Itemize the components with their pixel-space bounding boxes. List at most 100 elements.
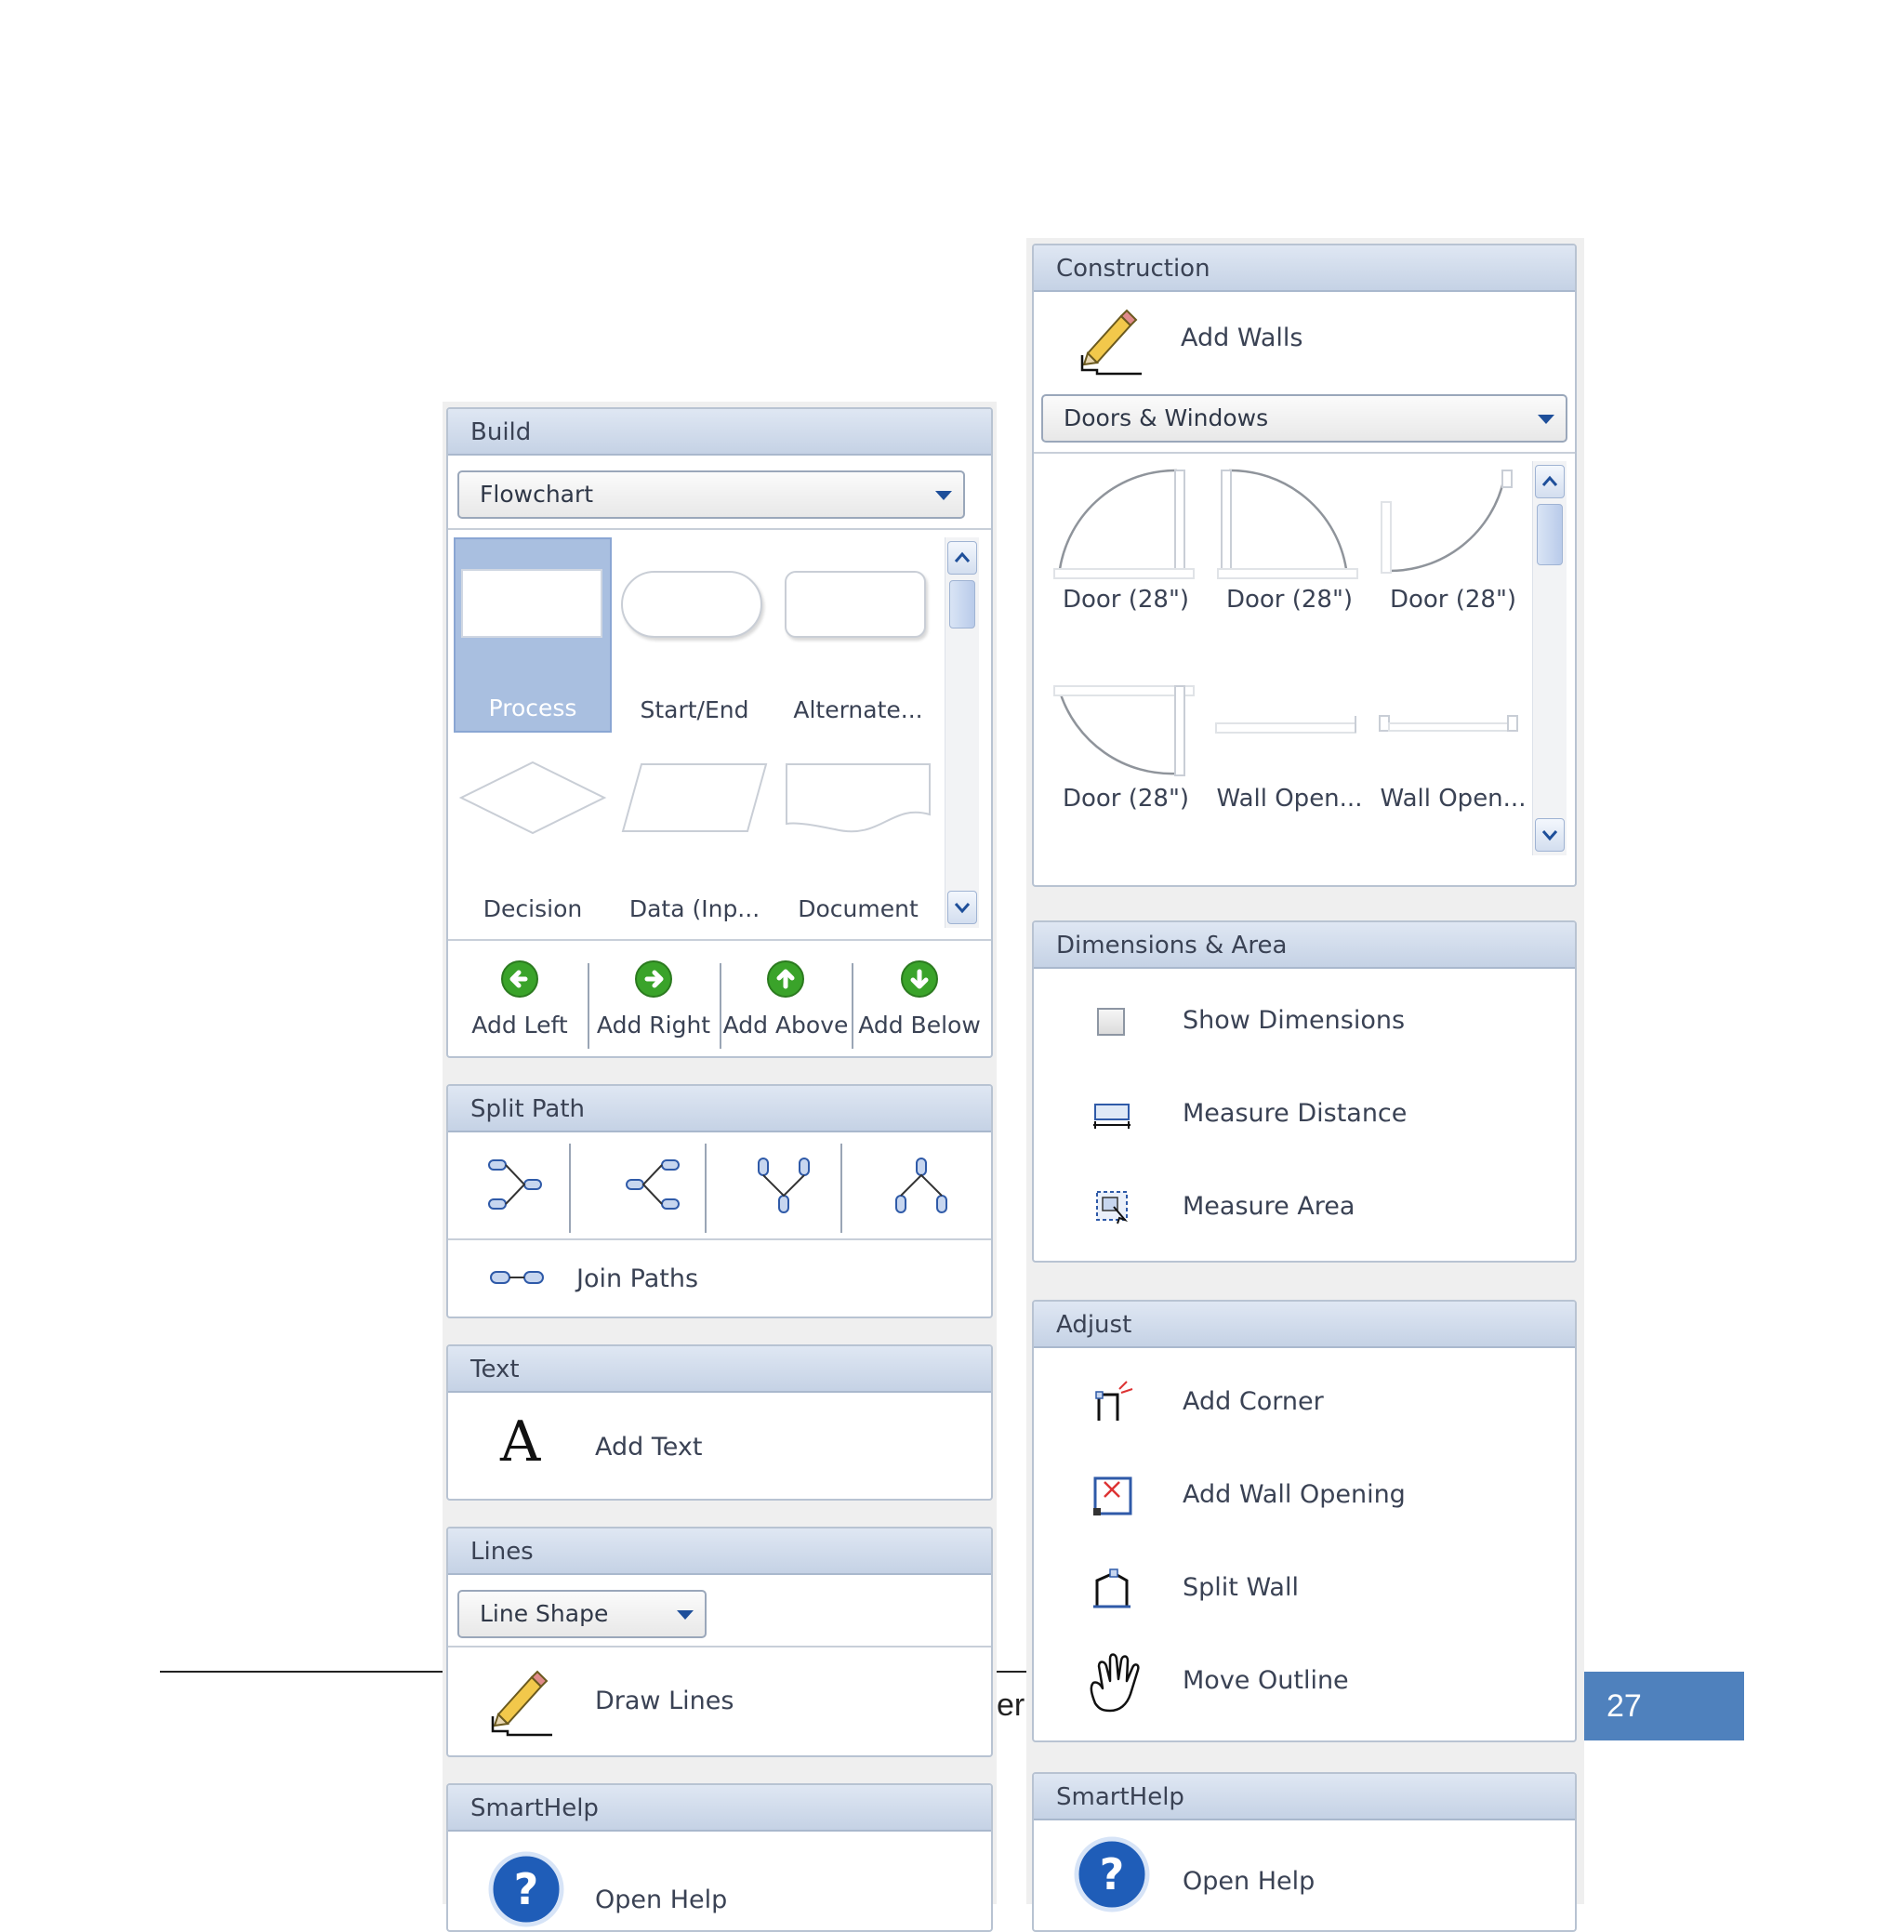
measure-area-button[interactable]: Measure Area [1034,1160,1575,1253]
smarthelp-title: SmartHelp [448,1785,991,1832]
measure-area-icon [1096,1191,1129,1224]
measure-area-label: Measure Area [1183,1192,1355,1221]
split-buttons-row [448,1132,991,1237]
line-shape-dropdown[interactable]: Line Shape [457,1590,707,1638]
chevron-down-icon [954,903,971,914]
join-paths-button[interactable]: Join Paths [448,1242,991,1317]
shape-data-input[interactable]: Data (Inp... [615,736,774,932]
data-shape-icon [621,763,768,832]
construction-panel: Construction Add Walls Doors & Windows D… [1032,244,1577,887]
shape-process[interactable]: Process [454,537,612,733]
split-down-icon[interactable] [751,1153,816,1218]
split-path-title: Split Path [448,1086,991,1132]
shape-decision[interactable]: Decision [454,736,612,932]
open-help-label: Open Help [1183,1867,1316,1896]
shape-document[interactable]: Document [779,736,937,932]
split-right-icon[interactable] [483,1153,549,1218]
flowchart-dropdown-value: Flowchart [480,481,594,508]
add-text-button[interactable]: A Add Text [448,1406,991,1489]
lines-title: Lines [448,1528,991,1575]
door-item-1[interactable]: Door (28") [1047,465,1205,651]
doors-windows-dropdown-value: Doors & Windows [1064,404,1269,431]
wall-opening-icon [1215,716,1356,734]
chevron-down-icon [1538,415,1554,424]
add-left-button[interactable]: Add Left [454,946,586,1056]
divider [448,1238,991,1240]
divider [448,939,991,941]
move-outline-button[interactable]: Move Outline [1034,1634,1575,1727]
split-up-icon[interactable] [889,1153,954,1218]
draw-lines-button[interactable]: Draw Lines [448,1655,991,1748]
split-path-panel: Split Path Join Paths [446,1084,993,1318]
flowchart-dropdown[interactable]: Flowchart [457,470,965,519]
split-wall-button[interactable]: Split Wall [1034,1542,1575,1634]
scroll-down-button[interactable] [1535,818,1565,852]
add-right-label: Add Right [596,1012,711,1039]
footer-rule-mid [995,1671,1028,1673]
join-paths-label: Join Paths [576,1264,699,1293]
construction-title: Construction [1034,245,1575,292]
decision-shape-icon [458,761,607,835]
ruler-icon [1093,1104,1130,1129]
text-title: Text [448,1346,991,1393]
split-wall-label: Split Wall [1183,1573,1299,1602]
scroll-down-button[interactable] [947,891,977,924]
measure-distance-button[interactable]: Measure Distance [1034,1067,1575,1160]
add-walls-label: Add Walls [1181,324,1303,352]
show-dimensions-checkbox[interactable]: Show Dimensions [1034,974,1575,1067]
shape-start-end[interactable]: Start/End [615,537,774,733]
divider [448,1646,991,1647]
line-shape-dropdown-value: Line Shape [480,1600,609,1627]
scroll-up-button[interactable] [1535,465,1565,498]
shapes-scrollbar[interactable] [945,537,979,928]
add-right-button[interactable]: Add Right [588,946,720,1056]
door-label: Door (28") [1389,586,1517,614]
add-corner-label: Add Corner [1183,1387,1324,1416]
svg-text:?: ? [1100,1849,1125,1899]
construction-scrollbar[interactable] [1532,461,1567,855]
document-shape-icon [786,763,931,833]
scroll-thumb[interactable] [949,580,975,629]
chevron-down-icon [935,491,952,500]
pencil-icon [491,1670,552,1737]
dimensions-title: Dimensions & Area [1034,922,1575,969]
split-left-icon[interactable] [619,1153,684,1218]
open-help-button[interactable]: ? Open Help [448,1839,991,1927]
wall-opening-label: Wall Open... [1380,785,1527,813]
doors-windows-dropdown[interactable]: Doors & Windows [1041,394,1567,443]
wall-opening-item-2[interactable]: Wall Open... [1374,664,1532,850]
add-corner-icon [1095,1381,1133,1421]
add-above-button[interactable]: Add Above [720,946,852,1056]
add-corner-button[interactable]: Add Corner [1034,1356,1575,1449]
add-below-button[interactable]: Add Below [853,946,985,1056]
open-help-button[interactable]: ? Open Help [1034,1826,1575,1919]
chevron-up-icon [1541,475,1558,486]
door-swing-icon [1053,685,1195,776]
scroll-up-button[interactable] [947,541,977,575]
add-wall-opening-label: Add Wall Opening [1183,1480,1406,1509]
help-question-icon: ? [488,1851,564,1927]
shape-label: Document [798,895,919,922]
build-title: Build [448,409,991,456]
checkbox-icon[interactable] [1097,1008,1125,1036]
add-above-label: Add Above [722,1012,849,1039]
shape-label: Process [488,695,577,721]
terminator-shape-icon [621,571,762,638]
arrow-left-icon [501,960,538,998]
shape-alternate[interactable]: Alternate... [779,537,937,733]
door-swing-icon [1381,470,1513,574]
shape-label: Start/End [640,696,749,723]
divider [705,1144,707,1233]
scroll-thumb[interactable] [1537,504,1563,565]
divider [448,528,991,530]
wall-opening-item-1[interactable]: Wall Open... [1210,664,1368,850]
door-item-3[interactable]: Door (28") [1374,465,1532,651]
door-item-2[interactable]: Door (28") [1210,465,1368,651]
arrow-up-icon [767,960,804,998]
build-panel: Build Flowchart Process Start/End Altern… [446,407,993,1058]
door-item-4[interactable]: Door (28") [1047,664,1205,850]
add-wall-opening-button[interactable]: Add Wall Opening [1034,1449,1575,1542]
page-number: 27 [1584,1672,1744,1740]
adjust-title: Adjust [1034,1302,1575,1348]
add-walls-button[interactable]: Add Walls [1034,292,1575,385]
